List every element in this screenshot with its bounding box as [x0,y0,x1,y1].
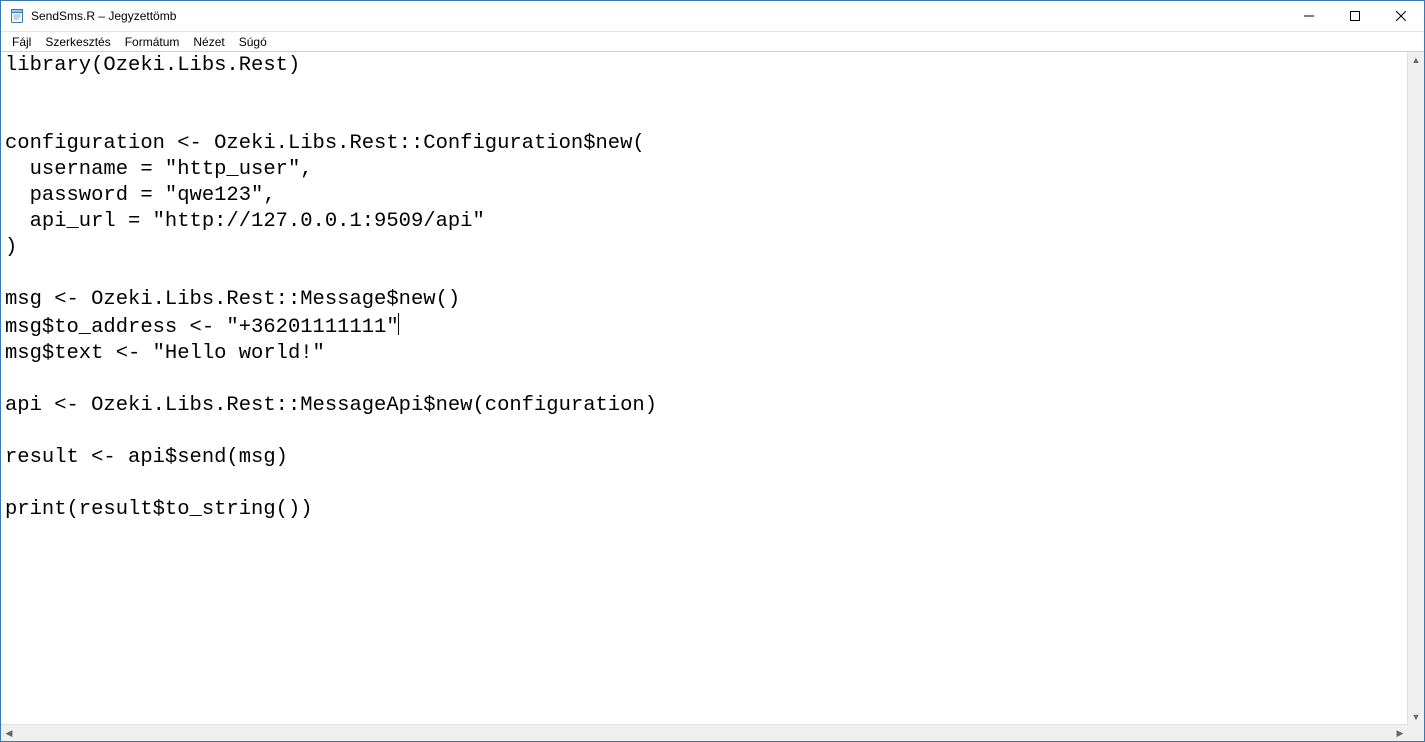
menubar: Fájl Szerkesztés Formátum Nézet Súgó [1,32,1424,52]
menu-file[interactable]: Fájl [5,34,38,50]
minimize-button[interactable] [1286,1,1332,31]
titlebar[interactable]: SendSms.R – Jegyzettömb [1,1,1424,32]
menu-edit[interactable]: Szerkesztés [38,34,117,50]
menu-format[interactable]: Formátum [118,34,187,50]
text-editor[interactable]: library(Ozeki.Libs.Rest) configuration <… [1,52,1408,725]
scroll-left-icon[interactable]: ◀ [1,725,17,741]
content-area: library(Ozeki.Libs.Rest) configuration <… [1,52,1424,741]
menu-view[interactable]: Nézet [186,34,231,50]
maximize-button[interactable] [1332,1,1378,31]
scrollbar-corner [1408,725,1424,741]
notepad-window: SendSms.R – Jegyzettömb Fájl Szerkesztés… [0,0,1425,742]
scroll-right-icon[interactable]: ▶ [1392,725,1408,741]
notepad-icon [9,8,25,24]
scroll-down-icon[interactable]: ▼ [1408,709,1424,725]
horizontal-scrollbar[interactable]: ◀ ▶ [1,724,1408,741]
scroll-up-icon[interactable]: ▲ [1408,52,1424,68]
vertical-scrollbar[interactable]: ▲ ▼ [1407,52,1424,725]
window-controls [1286,1,1424,31]
close-button[interactable] [1378,1,1424,31]
window-title: SendSms.R – Jegyzettömb [31,9,176,23]
menu-help[interactable]: Súgó [232,34,274,50]
